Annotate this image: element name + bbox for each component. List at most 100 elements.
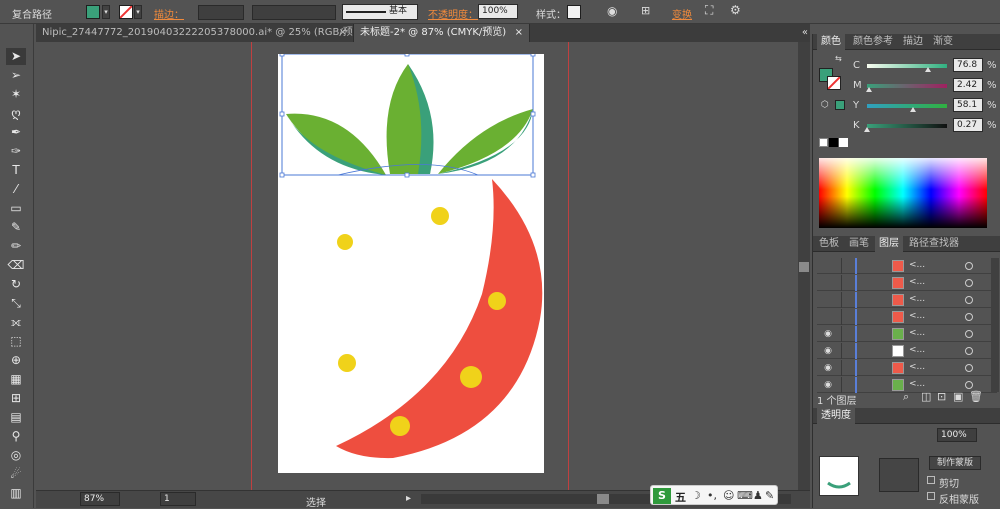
tab-swatches[interactable]: 色板	[815, 236, 843, 252]
gradient-tool-icon[interactable]: ▤	[6, 409, 26, 426]
eyedropper-icon[interactable]: ⚲	[6, 428, 26, 445]
mask-thumbnail[interactable]	[879, 458, 919, 492]
opacity-label[interactable]: 不透明度：	[428, 6, 478, 21]
layers-scrollbar[interactable]	[991, 258, 999, 392]
fill-swatch[interactable]	[86, 5, 100, 19]
layer-name[interactable]: <...	[909, 362, 925, 372]
direct-selection-tool-icon[interactable]: ➢	[6, 67, 26, 84]
layer-row[interactable]: ◉ <...	[817, 326, 997, 342]
layer-row[interactable]: <...	[817, 275, 997, 291]
rectangle-tool-icon[interactable]: ▭	[6, 200, 26, 217]
slider-marker-icon[interactable]	[865, 87, 872, 92]
new-layer-icon[interactable]: ▣	[953, 390, 963, 403]
clipping-mask-icon[interactable]: ◫	[921, 390, 931, 403]
visibility-eye-icon[interactable]	[823, 295, 833, 305]
isolate-icon[interactable]: ⛶	[705, 3, 713, 18]
k-slider[interactable]	[867, 124, 947, 128]
moon-icon[interactable]: ☽	[691, 489, 701, 502]
cube-icon[interactable]: ⬡	[821, 100, 829, 110]
visibility-eye-icon[interactable]	[823, 261, 833, 271]
brush-definition[interactable]: 基本	[342, 4, 418, 20]
keyboard-icon[interactable]: ⌨	[737, 489, 753, 502]
c-value-field[interactable]: 76.8	[953, 58, 983, 72]
in-gamut-swatch[interactable]	[835, 100, 845, 110]
slider-marker-icon[interactable]	[910, 107, 917, 112]
visibility-eye-icon[interactable]	[823, 278, 833, 288]
object-thumbnail[interactable]	[819, 456, 859, 496]
target-icon[interactable]	[965, 364, 973, 372]
stroke-swatch[interactable]	[119, 5, 133, 19]
paintbrush-icon[interactable]: ✎	[6, 219, 26, 236]
tab-pathfinder[interactable]: 路径查找器	[905, 236, 963, 252]
layer-row[interactable]: <...	[817, 309, 997, 325]
recolor-icon[interactable]: ◉	[607, 4, 617, 18]
close-icon[interactable]: ×	[339, 24, 347, 42]
layer-row[interactable]: <...	[817, 292, 997, 308]
locate-object-icon[interactable]: ⌕	[903, 390, 909, 404]
tab-nipic[interactable]: Nipic_27447772_20190403222205378000.ai* …	[36, 24, 354, 56]
shape-builder-icon[interactable]: ⊕	[6, 352, 26, 369]
layer-row[interactable]: ◉ <...	[817, 360, 997, 376]
transparency-opacity-field[interactable]: 100%	[937, 428, 977, 442]
artboard-number-field[interactable]: 1	[160, 492, 196, 506]
slider-marker-icon[interactable]	[864, 127, 871, 132]
layer-name[interactable]: <...	[909, 328, 925, 338]
align-icon[interactable]: ⊞	[641, 4, 650, 17]
target-icon[interactable]	[965, 313, 973, 321]
swap-icon[interactable]: ⇆	[835, 54, 842, 63]
style-swatch[interactable]	[567, 5, 581, 19]
none-swatch[interactable]	[819, 138, 828, 147]
m-slider[interactable]	[867, 84, 947, 88]
ime-logo[interactable]: S	[653, 488, 671, 504]
clip-checkbox[interactable]	[927, 476, 935, 484]
lasso-icon[interactable]: ღ	[6, 105, 26, 122]
tab-transparency[interactable]: 透明度	[817, 408, 855, 424]
target-icon[interactable]	[965, 296, 973, 304]
ime-mode[interactable]: 五	[675, 489, 686, 505]
fill-dropdown[interactable]: ▾	[102, 5, 110, 19]
delete-icon[interactable]: 🗑	[969, 390, 983, 403]
new-sublayer-icon[interactable]: ⊡	[937, 390, 946, 403]
opacity-field[interactable]: 100%	[478, 4, 518, 19]
tab-color-guide[interactable]: 颜色参考	[849, 34, 897, 50]
stroke-label[interactable]: 描边：	[154, 6, 184, 21]
artboard[interactable]	[278, 51, 544, 473]
target-icon[interactable]	[965, 279, 973, 287]
scroll-thumb[interactable]	[799, 262, 809, 272]
line-tool-icon[interactable]: ⁄	[6, 181, 26, 198]
status-arrow-icon[interactable]: ▸	[406, 493, 411, 504]
type-tool-icon[interactable]: T	[6, 162, 26, 179]
target-icon[interactable]	[965, 381, 973, 389]
layer-name[interactable]: <...	[909, 260, 925, 270]
visibility-eye-icon[interactable]: ◉	[823, 346, 833, 356]
variable-width-field[interactable]	[252, 5, 336, 20]
user-icon[interactable]: ♟	[753, 489, 763, 502]
m-value-field[interactable]: 2.42	[953, 78, 983, 92]
layer-row[interactable]: <...	[817, 258, 997, 274]
stroke-weight-field[interactable]	[198, 5, 244, 20]
symbol-sprayer-icon[interactable]: ☄	[6, 466, 26, 483]
tab-untitled[interactable]: 未标题-2* @ 87% (CMYK/预览) ×	[354, 24, 530, 42]
invert-mask-checkbox[interactable]	[927, 492, 935, 500]
close-icon[interactable]: ×	[515, 24, 523, 42]
y-value-field[interactable]: 58.1	[953, 98, 983, 112]
white-swatch[interactable]	[839, 138, 848, 147]
emoji-icon[interactable]: ☺	[723, 489, 734, 502]
tab-layers[interactable]: 图层	[875, 236, 903, 252]
visibility-eye-icon[interactable]: ◉	[823, 329, 833, 339]
layer-name[interactable]: <...	[909, 294, 925, 304]
layer-name[interactable]: <...	[909, 277, 925, 287]
layer-name[interactable]: <...	[909, 311, 925, 321]
pen-tool-icon[interactable]: ✒	[6, 124, 26, 141]
punctuation-icon[interactable]: •,	[707, 489, 717, 502]
perspective-grid-icon[interactable]: ▦	[6, 371, 26, 388]
selection-tool-icon[interactable]: ➤	[6, 48, 26, 65]
tab-brushes[interactable]: 画笔	[845, 236, 873, 252]
tabs-overflow-icon[interactable]: «	[802, 27, 808, 38]
mesh-tool-icon[interactable]: ⊞	[6, 390, 26, 407]
scroll-thumb[interactable]	[597, 494, 609, 504]
visibility-eye-icon[interactable]: ◉	[823, 380, 833, 390]
eraser-icon[interactable]: ⌫	[6, 257, 26, 274]
tab-stroke[interactable]: 描边	[899, 34, 927, 50]
rotate-tool-icon[interactable]: ↻	[6, 276, 26, 293]
